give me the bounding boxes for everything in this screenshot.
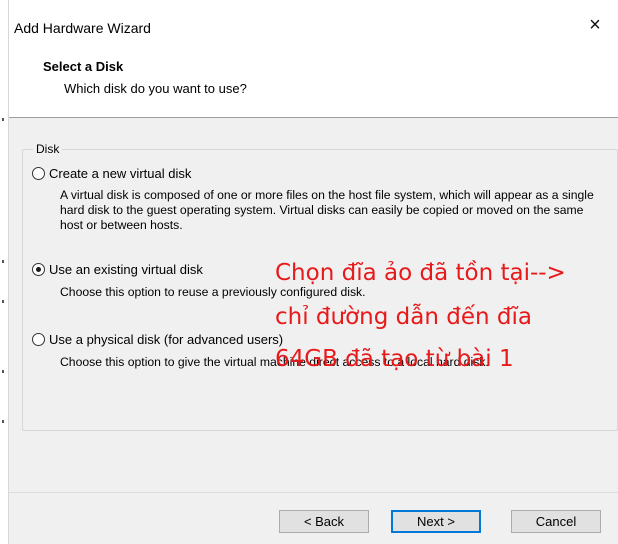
window-left-edge (0, 0, 9, 544)
radio-dot-icon (36, 267, 41, 272)
wizard-header: Select a Disk Which disk do you want to … (9, 48, 618, 117)
radio-button-selected[interactable] (32, 263, 45, 276)
edge-mark (2, 260, 4, 263)
disk-groupbox: Disk Create a new virtual disk A virtual… (22, 142, 618, 431)
edge-mark (2, 370, 4, 373)
option-label[interactable]: Use a physical disk (for advanced users) (49, 332, 283, 347)
edge-mark (2, 118, 4, 121)
page-title: Select a Disk (43, 59, 124, 74)
groupbox-legend: Disk (33, 142, 63, 156)
annotation-line-1: Chọn đĩa ảo đã tồn tại--> (275, 260, 566, 286)
annotation-line-2: chỉ đường dẫn đến đĩa (275, 304, 532, 330)
close-icon[interactable]: × (584, 14, 606, 36)
radio-button[interactable] (32, 333, 45, 346)
annotation-line-3: 64GB đã tạo từ bài 1 (275, 346, 514, 372)
radio-button[interactable] (32, 167, 45, 180)
option-description: A virtual disk is composed of one or mor… (60, 188, 594, 232)
back-button[interactable]: < Back (279, 510, 369, 533)
title-bar: Add Hardware Wizard × (9, 0, 618, 48)
edge-mark (2, 420, 4, 423)
option-label[interactable]: Create a new virtual disk (49, 166, 191, 181)
option-label[interactable]: Use an existing virtual disk (49, 262, 203, 277)
edge-mark (2, 300, 4, 303)
page-subtitle: Which disk do you want to use? (64, 81, 247, 96)
cancel-button[interactable]: Cancel (511, 510, 601, 533)
wizard-footer: < Back Next > Cancel (9, 493, 618, 544)
next-button[interactable]: Next > (391, 510, 481, 533)
option-description: Choose this option to reuse a previously… (60, 285, 366, 299)
window-title: Add Hardware Wizard (14, 20, 151, 36)
